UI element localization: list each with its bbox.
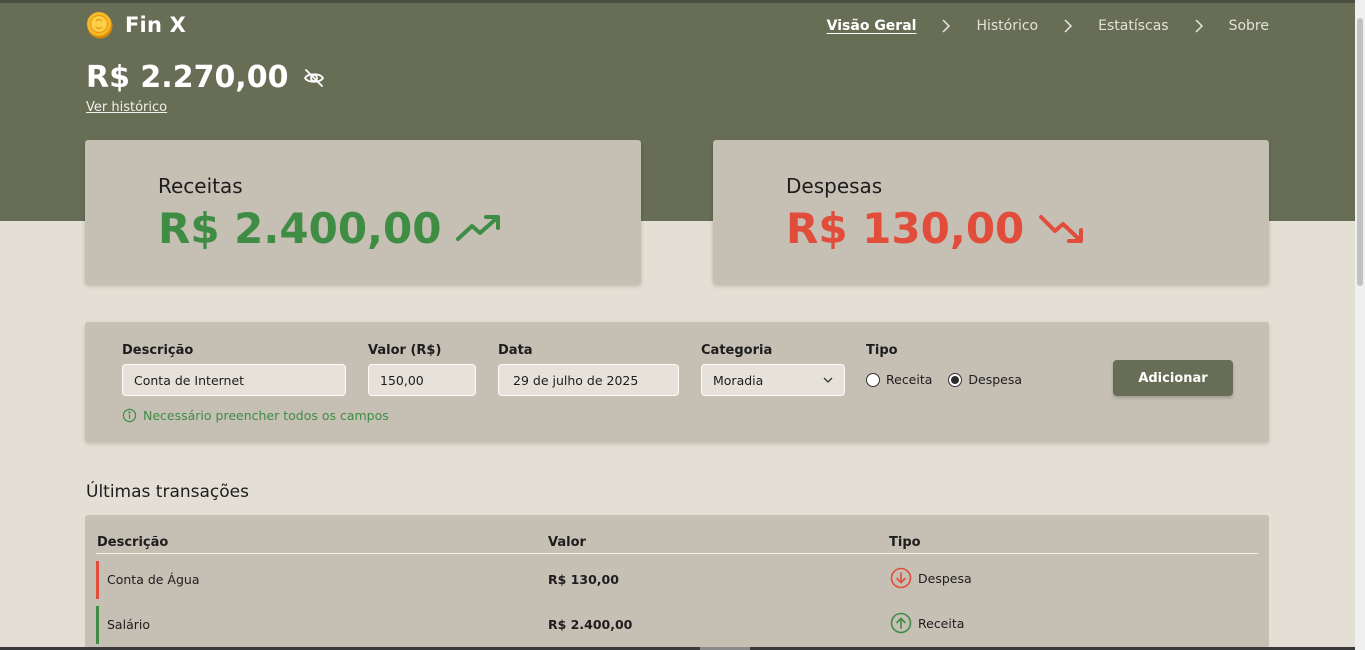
table-row[interactable]: Conta de Água R$ 130,00 Despesa [96, 561, 1258, 599]
row-value: R$ 2.400,00 [548, 617, 633, 632]
description-label: Descrição [122, 343, 194, 358]
type-label: Tipo [866, 343, 898, 358]
table-row[interactable]: Salário R$ 2.400,00 Receita [96, 606, 1258, 644]
row-description: Conta de Água [107, 572, 200, 587]
transactions-title: Últimas transações [86, 482, 249, 502]
description-input[interactable]: Conta de Internet [122, 364, 346, 396]
nav-item-overview[interactable]: Visão Geral [827, 18, 917, 34]
income-title: Receitas [158, 174, 243, 198]
transaction-form: Descrição Conta de Internet Valor (R$) 1… [85, 322, 1269, 442]
vertical-scrollbar[interactable] [1355, 0, 1365, 650]
app-name: Fin X [125, 13, 186, 37]
trending-up-icon [456, 214, 501, 241]
scrollbar-thumb[interactable] [1357, 18, 1363, 286]
column-header-type: Tipo [889, 535, 921, 550]
amount-label: Valor (R$) [368, 343, 442, 358]
chevron-down-icon [823, 377, 833, 383]
amount-input[interactable]: 150,00 [368, 364, 476, 396]
column-header-description: Descrição [97, 535, 169, 550]
row-type: Despesa [890, 567, 972, 589]
nav-item-about[interactable]: Sobre [1229, 18, 1269, 34]
category-label: Categoria [701, 343, 773, 358]
radio-despesa[interactable] [948, 372, 963, 387]
form-hint: Necessário preencher todos os campos [122, 408, 389, 423]
balance: R$ 2.270,00 [86, 60, 326, 95]
radio-receita-label: Receita [886, 372, 933, 387]
add-button[interactable]: Adicionar [1113, 360, 1233, 396]
date-label: Data [498, 343, 533, 358]
income-amount-row: R$ 2.400,00 [158, 204, 503, 253]
nav-item-statistics[interactable]: Estatíscas [1098, 18, 1168, 34]
type-option-despesa[interactable]: Despesa [948, 372, 1022, 387]
row-type-label: Despesa [918, 570, 972, 586]
header-divider [96, 553, 1258, 554]
expense-title: Despesas [786, 174, 883, 198]
eye-off-icon[interactable] [302, 66, 326, 90]
date-input[interactable]: 29 de julho de 2025 [498, 364, 679, 396]
row-indicator [96, 606, 99, 644]
nav-item-history[interactable]: Histórico [976, 18, 1038, 34]
main-nav: Visão Geral Histórico Estatíscas Sobre [827, 18, 1269, 34]
transactions-table: Descrição Valor Tipo Conta de Água R$ 13… [85, 515, 1269, 650]
row-description: Salário [107, 617, 150, 632]
balance-value: R$ 2.270,00 [86, 60, 289, 95]
info-icon [122, 408, 137, 423]
view-history-link[interactable]: Ver histórico [86, 100, 167, 115]
coin-icon [87, 12, 113, 39]
row-indicator [96, 561, 99, 599]
income-card: Receitas R$ 2.400,00 [85, 140, 641, 284]
expense-amount-row: R$ 130,00 [786, 204, 1086, 253]
chevron-right-icon [1195, 19, 1203, 33]
expense-card: Despesas R$ 130,00 [713, 140, 1269, 284]
radio-despesa-label: Despesa [968, 372, 1023, 387]
description-value: Conta de Internet [134, 372, 245, 388]
column-header-value: Valor [548, 535, 586, 550]
brand[interactable]: Fin X [86, 11, 186, 39]
category-select[interactable]: Moradia [701, 364, 845, 396]
form-hint-text: Necessário preencher todos os campos [143, 408, 389, 423]
row-type: Receita [890, 612, 964, 634]
type-radio-group: Receita Despesa [866, 372, 1038, 387]
income-amount: R$ 2.400,00 [158, 204, 442, 253]
amount-value: 150,00 [380, 372, 424, 388]
arrow-up-circle-icon [890, 612, 912, 634]
category-value: Moradia [713, 372, 764, 388]
expense-amount: R$ 130,00 [786, 204, 1025, 253]
radio-receita[interactable] [866, 372, 880, 387]
date-value: 29 de julho de 2025 [513, 372, 639, 388]
chevron-right-icon [1064, 19, 1073, 33]
row-value: R$ 130,00 [548, 572, 619, 587]
arrow-down-circle-icon [890, 567, 912, 589]
row-type-label: Receita [918, 615, 965, 631]
type-option-receita[interactable]: Receita [866, 372, 932, 387]
chevron-right-icon [942, 19, 951, 33]
trending-down-icon [1039, 214, 1084, 243]
